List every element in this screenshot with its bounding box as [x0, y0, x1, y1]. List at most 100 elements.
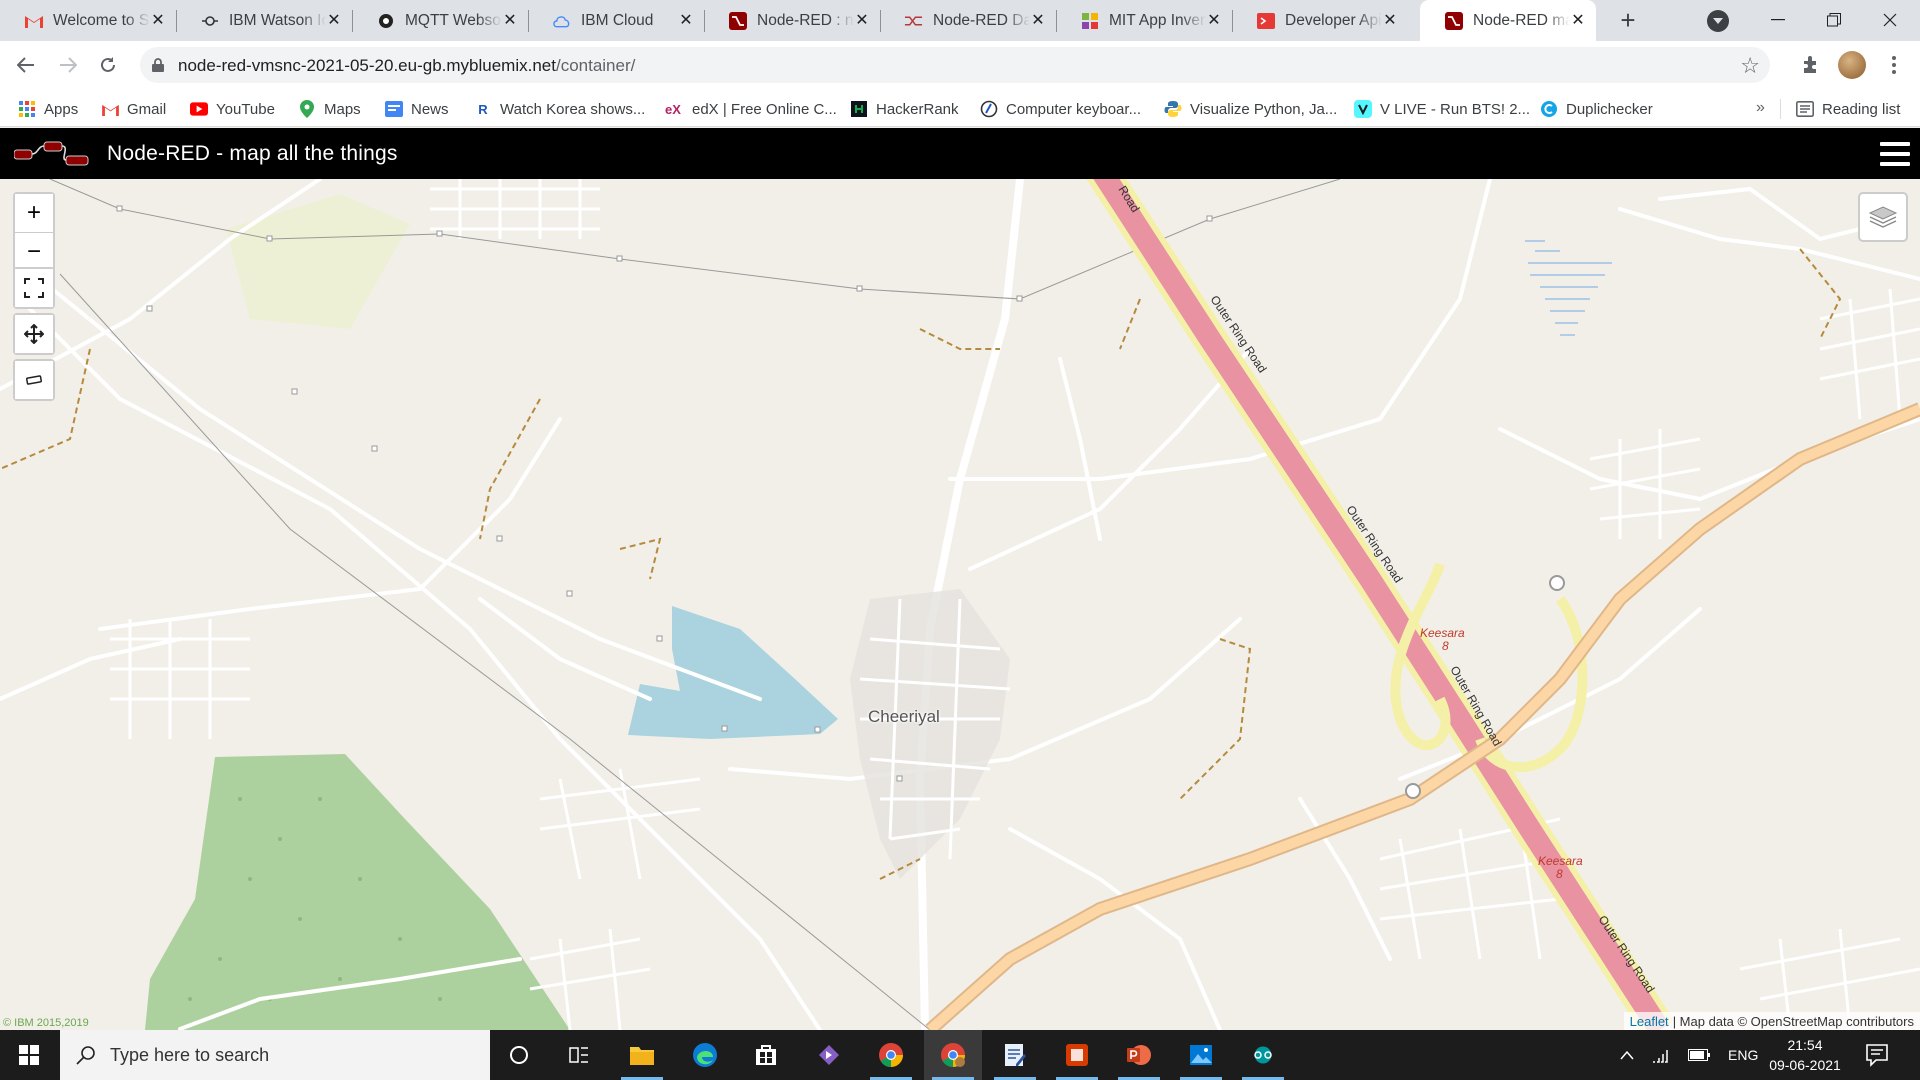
node-red-icon — [1444, 11, 1463, 30]
close-icon[interactable]: ✕ — [150, 12, 166, 29]
tab-mqtt[interactable]: MQTT Websoc ✕ — [352, 0, 528, 41]
bookmark-youtube[interactable]: YouTube — [190, 97, 275, 121]
marsh-area — [1525, 240, 1612, 336]
close-window-button[interactable] — [1860, 0, 1920, 40]
reload-icon — [101, 57, 115, 72]
profile-avatar[interactable] — [1838, 51, 1866, 79]
zoom-out-button[interactable]: − — [15, 232, 53, 270]
bookmark-star-icon[interactable]: ☆ — [1740, 53, 1760, 79]
lake-area — [628, 606, 838, 739]
tab-search-button[interactable] — [1707, 10, 1729, 32]
tab-node-red-dashboard[interactable]: Node-RED Da ✕ — [880, 0, 1056, 41]
close-icon[interactable]: ✕ — [502, 12, 518, 29]
close-icon[interactable]: ✕ — [1030, 12, 1046, 29]
close-icon[interactable]: ✕ — [1382, 12, 1398, 29]
restore-button[interactable] — [1804, 0, 1864, 40]
start-button[interactable] — [0, 1030, 58, 1080]
node-red-dashboard-icon — [904, 11, 923, 30]
reload-button[interactable] — [92, 49, 124, 81]
store-icon — [756, 1045, 776, 1065]
search-icon — [76, 1046, 95, 1065]
bookmark-keyboard[interactable]: Computer keyboar... — [980, 97, 1141, 121]
chrome-button[interactable] — [862, 1030, 920, 1080]
tab-label: MIT App Inven — [1109, 11, 1206, 29]
taskbar-search[interactable]: Type here to search — [60, 1030, 490, 1080]
browser-menu-button[interactable] — [1884, 50, 1904, 80]
tab-ibm-cloud[interactable]: IBM Cloud ✕ — [528, 0, 704, 41]
chevron-up-icon[interactable] — [1620, 1050, 1634, 1060]
url-path: /container/ — [555, 56, 636, 75]
bookmark-maps[interactable]: Maps — [298, 97, 361, 121]
trunk-road-casing — [925, 402, 1920, 1030]
tab-mit-app-inventor[interactable]: MIT App Inven ✕ — [1056, 0, 1232, 41]
place-label: Cheeriyal — [868, 707, 940, 726]
locate-button[interactable] — [15, 315, 53, 353]
extensions-puzzle-icon[interactable] — [1800, 54, 1822, 76]
bookmark-gmail[interactable]: Gmail — [101, 97, 166, 121]
edx-icon: eX — [665, 101, 681, 117]
arrow-right-icon — [60, 57, 77, 73]
gmail-icon — [24, 11, 43, 30]
measure-button[interactable] — [15, 361, 53, 399]
clock[interactable]: 21:54 09-06-2021 — [1764, 1035, 1846, 1075]
close-icon[interactable]: ✕ — [1206, 12, 1222, 29]
battery-icon[interactable] — [1688, 1049, 1710, 1061]
chrome-profile-button[interactable] — [924, 1030, 982, 1080]
news-icon — [385, 100, 403, 118]
bookmark-label: edX | Free Online C... — [692, 100, 837, 118]
bookmark-news[interactable]: News — [385, 97, 449, 121]
tab-watson-iot[interactable]: IBM Watson Io ✕ — [176, 0, 352, 41]
tab-label: IBM Watson Io — [229, 11, 326, 29]
bookmark-watch-korea[interactable]: R Watch Korea shows... — [474, 97, 645, 121]
task-view-button[interactable] — [550, 1030, 608, 1080]
tab-strip: Welcome to Sr ✕ IBM Watson Io ✕ MQTT Web… — [0, 0, 1920, 41]
fullscreen-button[interactable] — [15, 269, 53, 307]
hamburger-menu-button[interactable] — [1880, 142, 1910, 166]
zoom-in-button[interactable]: + — [15, 194, 53, 232]
bookmark-duplichecker[interactable]: Duplichecker — [1540, 97, 1653, 121]
minimize-button[interactable] — [1748, 0, 1808, 40]
zoom-control: + − — [13, 192, 55, 272]
visual-studio-button[interactable] — [800, 1030, 858, 1080]
language-indicator[interactable]: ENG — [1728, 1047, 1758, 1063]
forward-button[interactable] — [52, 49, 84, 81]
store-button[interactable] — [737, 1030, 795, 1080]
notification-icon[interactable] — [1864, 1042, 1890, 1068]
locate-control — [13, 313, 55, 355]
arduino-button[interactable] — [1234, 1030, 1292, 1080]
address-bar[interactable]: node-red-vmsnc-2021-05-20.eu-gb.mybluemi… — [140, 47, 1770, 83]
reading-list-button[interactable]: Reading list — [1796, 97, 1900, 121]
developer-api-icon — [1256, 11, 1275, 30]
new-tab-button[interactable]: + — [1612, 6, 1644, 36]
close-icon[interactable]: ✕ — [678, 12, 694, 29]
bookmark-edx[interactable]: eX edX | Free Online C... — [662, 97, 837, 121]
wifi-icon[interactable] — [1652, 1047, 1670, 1063]
ruler-icon — [26, 375, 42, 385]
screen-recorder-button[interactable] — [1048, 1030, 1106, 1080]
map-view[interactable]: Road Outer Ring Road Outer Ring Road Out… — [0, 179, 1920, 1030]
tab-node-red-map[interactable]: Node-RED ma ✕ — [1420, 0, 1596, 41]
edge-button[interactable] — [676, 1030, 734, 1080]
bookmark-apps[interactable]: Apps — [18, 97, 78, 121]
clock-time: 21:54 — [1787, 1037, 1823, 1053]
tab-developer-api[interactable]: Developer Api ✕ — [1232, 0, 1408, 41]
file-explorer-button[interactable] — [613, 1030, 671, 1080]
leaflet-link[interactable]: Leaflet — [1630, 1014, 1669, 1029]
bookmark-vlive[interactable]: V LIVE - Run BTS! 2... — [1354, 97, 1530, 121]
cortana-button[interactable] — [490, 1030, 548, 1080]
tab-node-red-editor[interactable]: Node-RED : nc ✕ — [704, 0, 880, 41]
close-icon[interactable]: ✕ — [326, 12, 342, 29]
bookmarks-overflow-button[interactable]: » — [1756, 99, 1765, 117]
bookmark-label: Computer keyboar... — [1006, 100, 1142, 118]
close-icon[interactable]: ✕ — [854, 12, 870, 29]
tab-gmail[interactable]: Welcome to Sr ✕ — [0, 0, 176, 41]
photos-button[interactable] — [1172, 1030, 1230, 1080]
bookmark-hackerrank[interactable]: HackerRank — [850, 97, 959, 121]
powerpoint-button[interactable] — [1110, 1030, 1168, 1080]
layers-button[interactable] — [1858, 192, 1908, 242]
close-icon[interactable]: ✕ — [1570, 12, 1586, 29]
notepad-button[interactable] — [986, 1030, 1044, 1080]
powerpoint-icon — [1127, 1045, 1151, 1065]
bookmark-python-tutor[interactable]: Visualize Python, Ja... — [1164, 97, 1337, 121]
back-button[interactable] — [10, 49, 42, 81]
